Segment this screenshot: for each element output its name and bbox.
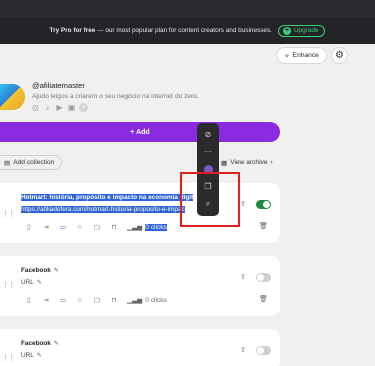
camera-icon[interactable]: ▣ — [67, 103, 76, 112]
link-enabled-toggle[interactable] — [256, 346, 271, 355]
link-url[interactable]: URL — [21, 352, 34, 359]
thumbnail-icon[interactable]: ▭ — [59, 223, 67, 231]
redirect-icon[interactable]: ⇥ — [42, 223, 50, 231]
enhance-button[interactable]: ✧ Enhance — [276, 47, 327, 64]
more-icon[interactable]: ··· — [201, 145, 215, 159]
link-card: ⋮⋮ Facebook ✎ URL ✎ ▯ ⇥ ▭ ☆ ▢ ⊓ ▁▃▅ 0 clic… — [0, 256, 280, 316]
pencil-icon[interactable]: ✎ — [37, 353, 42, 359]
collection-icon: ▤ — [4, 159, 11, 167]
share-icon[interactable]: ⇧ — [240, 200, 246, 208]
calendar-icon[interactable]: ▢ — [93, 223, 101, 231]
enhance-label: Enhance — [292, 52, 319, 59]
link-title[interactable]: Facebook — [21, 340, 51, 347]
add-link-button[interactable]: + Add — [0, 122, 280, 142]
layout-icon[interactable]: ▯ — [25, 296, 33, 304]
promo-text: — our most popular plan for content crea… — [95, 27, 272, 34]
view-archive-label: View archive — [230, 159, 268, 166]
link-tools: ▯ ⇥ ▭ ☆ ▢ ⊓ ▁▃▅ 0 clicks — [25, 223, 167, 231]
trash-icon[interactable]: 🗑 — [259, 295, 268, 303]
link-enabled-toggle[interactable] — [256, 273, 271, 282]
drag-handle-icon[interactable]: ⋮⋮ — [2, 354, 15, 362]
browser-top-strip — [0, 0, 375, 17]
plus-icon: + — [282, 26, 291, 35]
highlight-box — [180, 172, 240, 227]
settings-gear-icon[interactable]: ⚙ — [331, 47, 348, 64]
analytics-icon: ▁▃▅ — [127, 297, 143, 304]
add-collection-button[interactable]: ▤ Add collection — [0, 155, 62, 170]
thumbnail-icon[interactable]: ▭ — [59, 296, 67, 304]
tiktok-icon[interactable]: ♪ — [43, 103, 52, 112]
share-icon[interactable]: ⇧ — [240, 346, 246, 354]
link-title[interactable]: Facebook — [21, 267, 51, 274]
link-enabled-toggle[interactable] — [256, 200, 271, 209]
star-icon[interactable]: ☆ — [76, 296, 84, 304]
redirect-icon[interactable]: ⇥ — [42, 296, 50, 304]
promo-lead: Try Pro for free — [49, 27, 96, 34]
pencil-icon[interactable]: ✎ — [37, 280, 42, 286]
star-icon[interactable]: ☆ — [76, 223, 84, 231]
lock-icon[interactable]: ⊓ — [110, 296, 118, 304]
add-collection-label: Add collection — [13, 159, 55, 166]
link-title[interactable]: Hotmart: história, propósito e impacto n… — [21, 194, 194, 201]
archive-icon: ▦ — [221, 159, 228, 167]
link-url[interactable]: URL — [21, 279, 34, 286]
profile-username[interactable]: @afiliatemaster — [32, 81, 85, 90]
analytics-icon: ▁▃▅ — [127, 224, 143, 231]
wand-icon: ✧ — [284, 52, 290, 60]
click-count: 0 clicks — [145, 223, 167, 231]
profile-bio[interactable]: Ajudo leigos a criarem o seu negócio na … — [32, 93, 199, 100]
trash-icon[interactable]: 🗑 — [259, 222, 268, 230]
avatar[interactable] — [0, 84, 25, 110]
chevron-right-icon: › — [270, 159, 273, 166]
youtube-icon[interactable]: ▶ — [55, 103, 64, 112]
add-social-icon[interactable]: + — [79, 103, 88, 112]
click-count: 0 clicks — [145, 296, 167, 304]
link-tools: ▯ ⇥ ▭ ☆ ▢ ⊓ ▁▃▅ 0 clicks — [25, 296, 167, 305]
hide-icon[interactable]: ⊘ — [201, 128, 215, 142]
view-archive-link[interactable]: ▦ View archive › — [221, 155, 273, 170]
drag-handle-icon[interactable]: ⋮⋮ — [2, 281, 15, 289]
drag-handle-icon[interactable]: ⋮⋮ — [2, 210, 15, 218]
promo-banner: Try Pro for free — our most popular plan… — [0, 17, 375, 44]
layout-icon[interactable]: ▯ — [25, 223, 33, 231]
link-card: ⋮⋮ Facebook ✎ URL ✎ ⇧ — [0, 329, 280, 366]
link-url[interactable]: https://afiliadofera.com/hotmart-histori… — [21, 206, 185, 213]
instagram-icon[interactable]: ◎ — [31, 103, 40, 112]
pencil-icon[interactable]: ✎ — [54, 341, 59, 347]
upgrade-button[interactable]: + Upgrade — [277, 24, 326, 37]
lock-icon[interactable]: ⊓ — [110, 223, 118, 231]
share-icon[interactable]: ⇧ — [240, 273, 246, 281]
social-icons: ◎ ♪ ▶ ▣ + — [31, 103, 88, 112]
calendar-icon[interactable]: ▢ — [93, 296, 101, 304]
pencil-icon[interactable]: ✎ — [54, 268, 59, 274]
upgrade-label: Upgrade — [293, 27, 319, 34]
